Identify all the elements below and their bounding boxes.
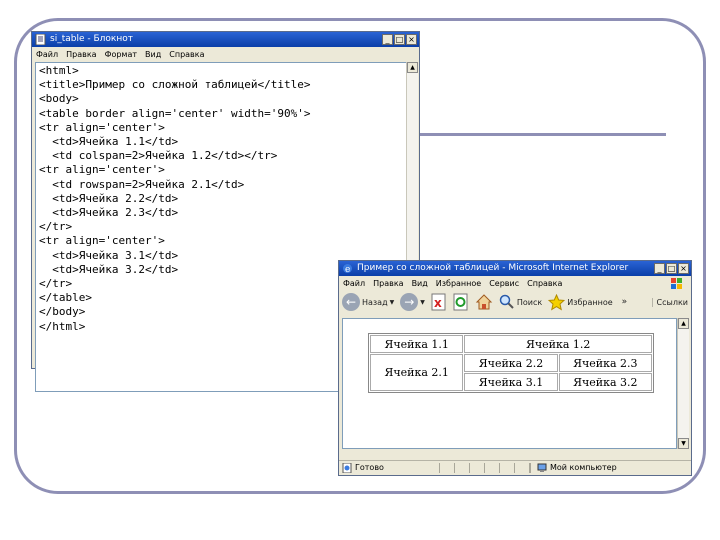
my-computer-icon <box>537 463 547 472</box>
back-arrow-icon: ← <box>342 293 360 311</box>
menu-file[interactable]: Файл <box>32 48 62 61</box>
notepad-menubar: Файл Правка Формат Вид Справка <box>32 48 419 61</box>
status-text: Готово <box>355 463 384 472</box>
security-zone: Мой компьютер <box>550 463 617 472</box>
code-line: <body> <box>39 92 79 106</box>
svg-text:x: x <box>434 296 442 310</box>
menu-help[interactable]: Справка <box>165 48 208 61</box>
code-line: <td colspan=2>Ячейка 1.2</td></tr> <box>39 149 278 163</box>
ie-scrollbar[interactable]: ▲ ▼ <box>677 318 689 449</box>
ie-titlebar[interactable]: e Пример со сложной таблицей - Microsoft… <box>339 261 691 276</box>
favorites-label: Избранное <box>567 297 613 307</box>
menu-view[interactable]: Вид <box>141 48 165 61</box>
code-line: <td>Ячейка 1.1</td> <box>39 135 179 149</box>
table-cell: Ячейка 1.1 <box>370 335 464 353</box>
code-line: <title>Пример со сложной таблицей</title… <box>39 78 311 92</box>
refresh-icon <box>453 293 468 311</box>
notepad-title: si_table - Блокнот <box>50 34 133 44</box>
scroll-down-arrow[interactable]: ▼ <box>678 438 689 449</box>
table-row: Ячейка 1.1 Ячейка 1.2 <box>370 335 652 353</box>
refresh-button[interactable] <box>450 291 472 313</box>
notepad-icon <box>35 34 46 45</box>
close-button[interactable]: × <box>678 263 689 274</box>
minimize-button[interactable]: _ <box>382 34 393 45</box>
home-button[interactable] <box>472 291 496 313</box>
scroll-up-arrow[interactable]: ▲ <box>678 318 689 329</box>
maximize-button[interactable]: □ <box>666 263 677 274</box>
table-cell: Ячейка 3.1 <box>464 373 558 391</box>
menu-edit[interactable]: Правка <box>62 48 100 61</box>
chevron-down-icon: ▼ <box>389 298 395 306</box>
code-line: <tr align='center'> <box>39 120 165 134</box>
page-viewport: Ячейка 1.1 Ячейка 1.2 Ячейка 2.1 Ячейка … <box>342 318 677 449</box>
links-button[interactable]: Ссылки <box>651 297 691 307</box>
back-button[interactable]: ← Назад ▼ <box>339 291 397 313</box>
table-row: Ячейка 2.1 Ячейка 2.2 Ячейка 2.3 <box>370 354 652 391</box>
toolbar-overflow-chevron[interactable]: » <box>622 297 628 307</box>
status-separators <box>439 463 531 473</box>
menu-format[interactable]: Формат <box>101 48 141 61</box>
ie-toolbar: ← Назад ▼ → ▼ x Поиск Избранное » Ссылки <box>339 289 691 315</box>
close-button[interactable]: × <box>406 34 417 45</box>
table-cell: Ячейка 1.2 <box>464 335 652 353</box>
ie-statusbar: Готово Мой компьютер <box>339 460 691 475</box>
home-icon <box>475 294 493 310</box>
chevron-down-icon: ▼ <box>420 298 425 306</box>
search-button[interactable]: Поиск <box>496 291 545 313</box>
table-cell: Ячейка 2.3 <box>558 354 652 372</box>
table-cell: Ячейка 2.1 <box>370 354 464 391</box>
stop-icon: x <box>431 293 446 311</box>
code-line: <html> <box>39 64 79 77</box>
favorites-star-icon <box>548 293 566 311</box>
ie-icon: e <box>343 264 352 274</box>
code-line: <tr align='center'> <box>39 163 165 177</box>
ie-window: e Пример со сложной таблицей - Microsoft… <box>338 260 692 476</box>
stop-button[interactable]: x <box>428 291 450 313</box>
forward-arrow-icon: → <box>400 293 419 311</box>
complex-table: Ячейка 1.1 Ячейка 1.2 Ячейка 2.1 Ячейка … <box>368 333 654 393</box>
code-line: <table border align='center' width='90%'… <box>39 106 311 120</box>
page-icon <box>342 463 352 473</box>
minimize-button[interactable]: _ <box>654 263 665 274</box>
maximize-button[interactable]: □ <box>394 34 405 45</box>
back-label: Назад <box>362 297 388 307</box>
table-cell: Ячейка 2.2 <box>464 354 558 372</box>
search-label: Поиск <box>516 297 543 307</box>
code-line: <td rowspan=2>Ячейка 2.1</td> <box>39 177 245 191</box>
code-line: <td>Ячейка 2.3</td> <box>39 206 179 220</box>
scroll-up-arrow[interactable]: ▲ <box>407 62 418 73</box>
decorative-line <box>420 133 666 136</box>
favorites-button[interactable]: Избранное <box>545 291 615 313</box>
forward-button[interactable]: → ▼ <box>397 291 428 313</box>
table-cell: Ячейка 3.2 <box>558 373 652 391</box>
code-line: <td>Ячейка 2.2</td> <box>39 191 179 205</box>
code-line: <tr align='center'> <box>39 234 165 248</box>
ie-title: Пример со сложной таблицей - Microsoft I… <box>357 263 629 273</box>
svg-text:e: e <box>345 265 350 274</box>
notepad-titlebar[interactable]: si_table - Блокнот _ □ × <box>32 32 419 47</box>
code-line: </tr> <box>39 220 73 234</box>
search-icon <box>499 294 514 309</box>
